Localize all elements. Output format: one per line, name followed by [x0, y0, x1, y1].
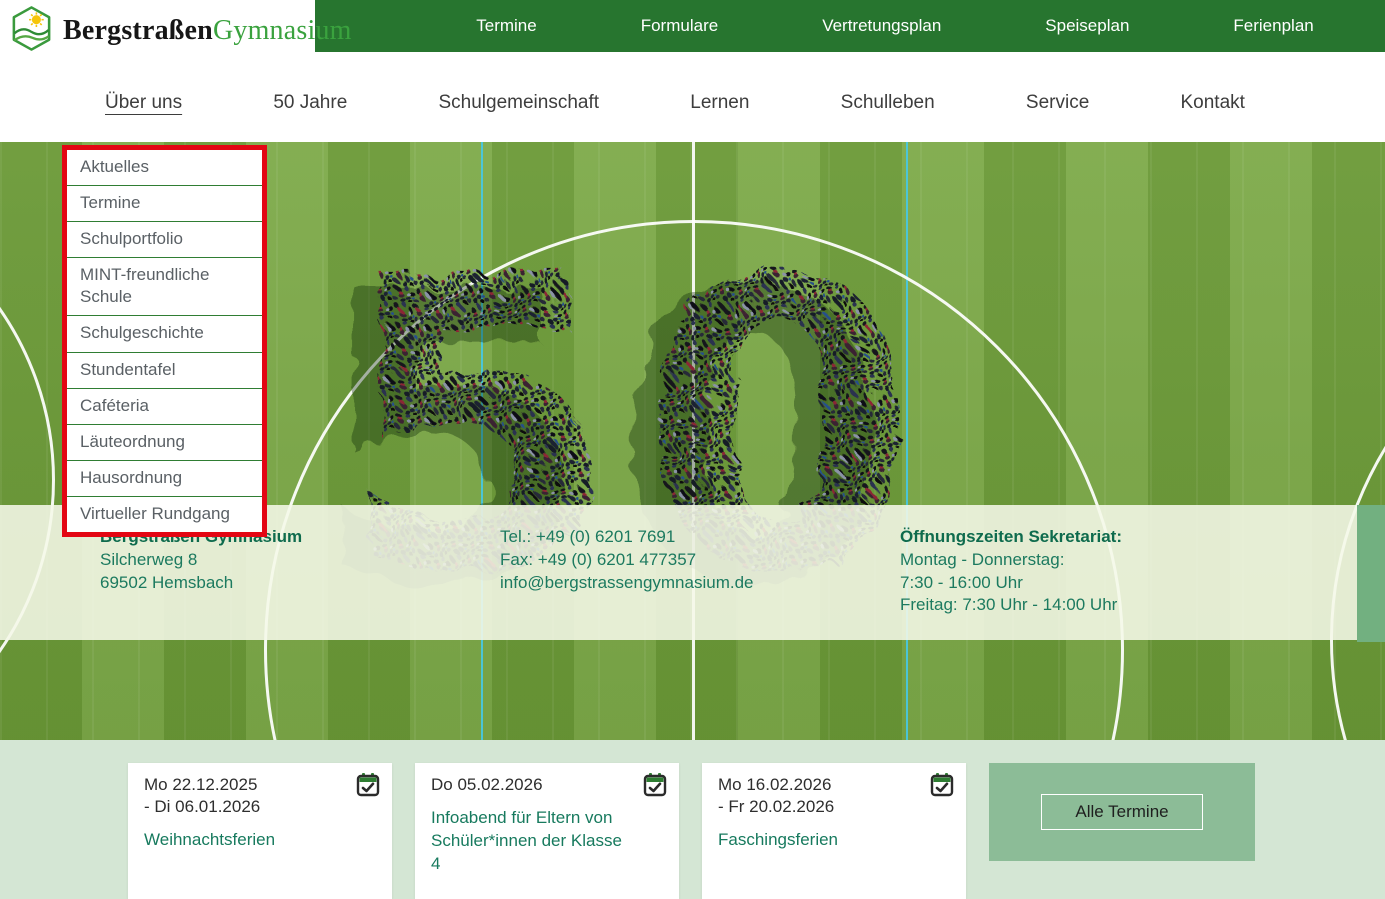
dropdown-item-aktuelles[interactable]: Aktuelles	[67, 150, 262, 186]
event-date-line1: Mo 22.12.2025	[144, 774, 348, 796]
dropdown-item-hausordnung[interactable]: Hausordnung	[67, 461, 262, 497]
events-section: Mo 22.12.2025 - Di 06.01.2026 Weihnachts…	[0, 740, 1385, 899]
event-title[interactable]: Faschingsferien	[718, 829, 922, 852]
office-hours-days: Montag - Donnerstag:	[900, 549, 1300, 572]
event-title[interactable]: Infoabend für Eltern von Schüler*innen d…	[431, 807, 635, 876]
contact-city: 69502 Hemsbach	[100, 572, 500, 595]
calendar-check-icon	[929, 772, 955, 803]
contact-street: Silcherweg 8	[100, 549, 500, 572]
header: Termine Formulare Vertretungsplan Speise…	[0, 0, 1385, 52]
logo-word-bold: Bergstraßen	[63, 15, 213, 46]
logo-wordmark: BergstraßenGymnasium	[63, 15, 352, 47]
dropdown-item-mint-freundliche-schule[interactable]: MINT-freundliche Schule	[67, 258, 262, 316]
ueber-uns-dropdown-annotated: Aktuelles Termine Schulportfolio MINT-fr…	[62, 145, 267, 537]
logo-hexagon-landscape-icon	[8, 5, 55, 57]
dropdown-item-cafeteria[interactable]: Caféteria	[67, 389, 262, 425]
dropdown-item-termine[interactable]: Termine	[67, 186, 262, 222]
all-termine-button[interactable]: Alle Termine	[1041, 794, 1202, 830]
office-hours-friday: Freitag: 7:30 Uhr - 14:00 Uhr	[900, 594, 1300, 617]
site-logo[interactable]: BergstraßenGymnasium	[8, 5, 352, 57]
dropdown-item-schulportfolio[interactable]: Schulportfolio	[67, 222, 262, 258]
main-nav-item-ueber-uns[interactable]: Über uns	[105, 92, 182, 114]
event-date: Mo 16.02.2026 - Fr 20.02.2026	[718, 774, 922, 818]
main-nav-item-service[interactable]: Service	[1026, 92, 1089, 114]
main-nav-item-50-jahre[interactable]: 50 Jahre	[273, 92, 347, 114]
event-title[interactable]: Weihnachtsferien	[144, 829, 348, 852]
dropdown-item-laeuteordnung[interactable]: Läuteordnung	[67, 425, 262, 461]
event-date-line1: Mo 16.02.2026	[718, 774, 922, 796]
main-nav-item-schulgemeinschaft[interactable]: Schulgemeinschaft	[439, 92, 600, 114]
event-date: Mo 22.12.2025 - Di 06.01.2026	[144, 774, 348, 818]
event-card-weihnachtsferien[interactable]: Mo 22.12.2025 - Di 06.01.2026 Weihnachts…	[128, 763, 392, 899]
top-nav-item-termine[interactable]: Termine	[476, 16, 536, 36]
all-termine-card: Alle Termine	[989, 763, 1255, 861]
main-nav-item-schulleben[interactable]: Schulleben	[841, 92, 935, 114]
event-date-line2: - Fr 20.02.2026	[718, 796, 922, 818]
contact-fax: Fax: +49 (0) 6201 477357	[500, 549, 900, 572]
event-date: Do 05.02.2026	[431, 774, 635, 796]
contact-communication: Tel.: +49 (0) 6201 7691 Fax: +49 (0) 620…	[500, 526, 900, 640]
dropdown-list: Aktuelles Termine Schulportfolio MINT-fr…	[67, 150, 262, 532]
calendar-check-icon	[355, 772, 381, 803]
event-date-line1: Do 05.02.2026	[431, 774, 635, 796]
main-nav-item-lernen[interactable]: Lernen	[690, 92, 749, 114]
event-date-line2: - Di 06.01.2026	[144, 796, 348, 818]
office-hours-time: 7:30 - 16:00 Uhr	[900, 572, 1300, 595]
top-nav-bar: Termine Formulare Vertretungsplan Speise…	[315, 0, 1385, 52]
contact-email[interactable]: info@bergstrassengymnasium.de	[500, 572, 900, 595]
main-nav: Über uns 50 Jahre Schulgemeinschaft Lern…	[0, 52, 1385, 142]
top-nav-item-vertretungsplan[interactable]: Vertretungsplan	[822, 16, 941, 36]
contact-office-hours: Öffnungszeiten Sekretariat: Montag - Don…	[900, 526, 1300, 640]
dropdown-item-virtueller-rundgang[interactable]: Virtueller Rundgang	[67, 497, 262, 532]
office-hours-title: Öffnungszeiten Sekretariat:	[900, 526, 1300, 549]
top-nav-item-formulare[interactable]: Formulare	[641, 16, 718, 36]
event-card-faschingsferien[interactable]: Mo 16.02.2026 - Fr 20.02.2026 Faschingsf…	[702, 763, 966, 899]
dropdown-item-stundentafel[interactable]: Stundentafel	[67, 353, 262, 389]
logo-word-light: Gymnasium	[213, 15, 352, 46]
calendar-check-icon	[642, 772, 668, 803]
top-nav-item-speiseplan[interactable]: Speiseplan	[1045, 16, 1129, 36]
main-nav-item-kontakt[interactable]: Kontakt	[1180, 92, 1244, 114]
contact-phone: Tel.: +49 (0) 6201 7691	[500, 526, 900, 549]
contact-address: Bergstraßen Gymnasium Silcherweg 8 69502…	[100, 526, 500, 640]
dropdown-item-schulgeschichte[interactable]: Schulgeschichte	[67, 316, 262, 352]
band-next-strip[interactable]	[1357, 505, 1385, 642]
top-nav-item-ferienplan[interactable]: Ferienplan	[1233, 16, 1313, 36]
event-card-infoabend[interactable]: Do 05.02.2026 Infoabend für Eltern von S…	[415, 763, 679, 899]
top-nav: Termine Formulare Vertretungsplan Speise…	[315, 0, 1385, 52]
